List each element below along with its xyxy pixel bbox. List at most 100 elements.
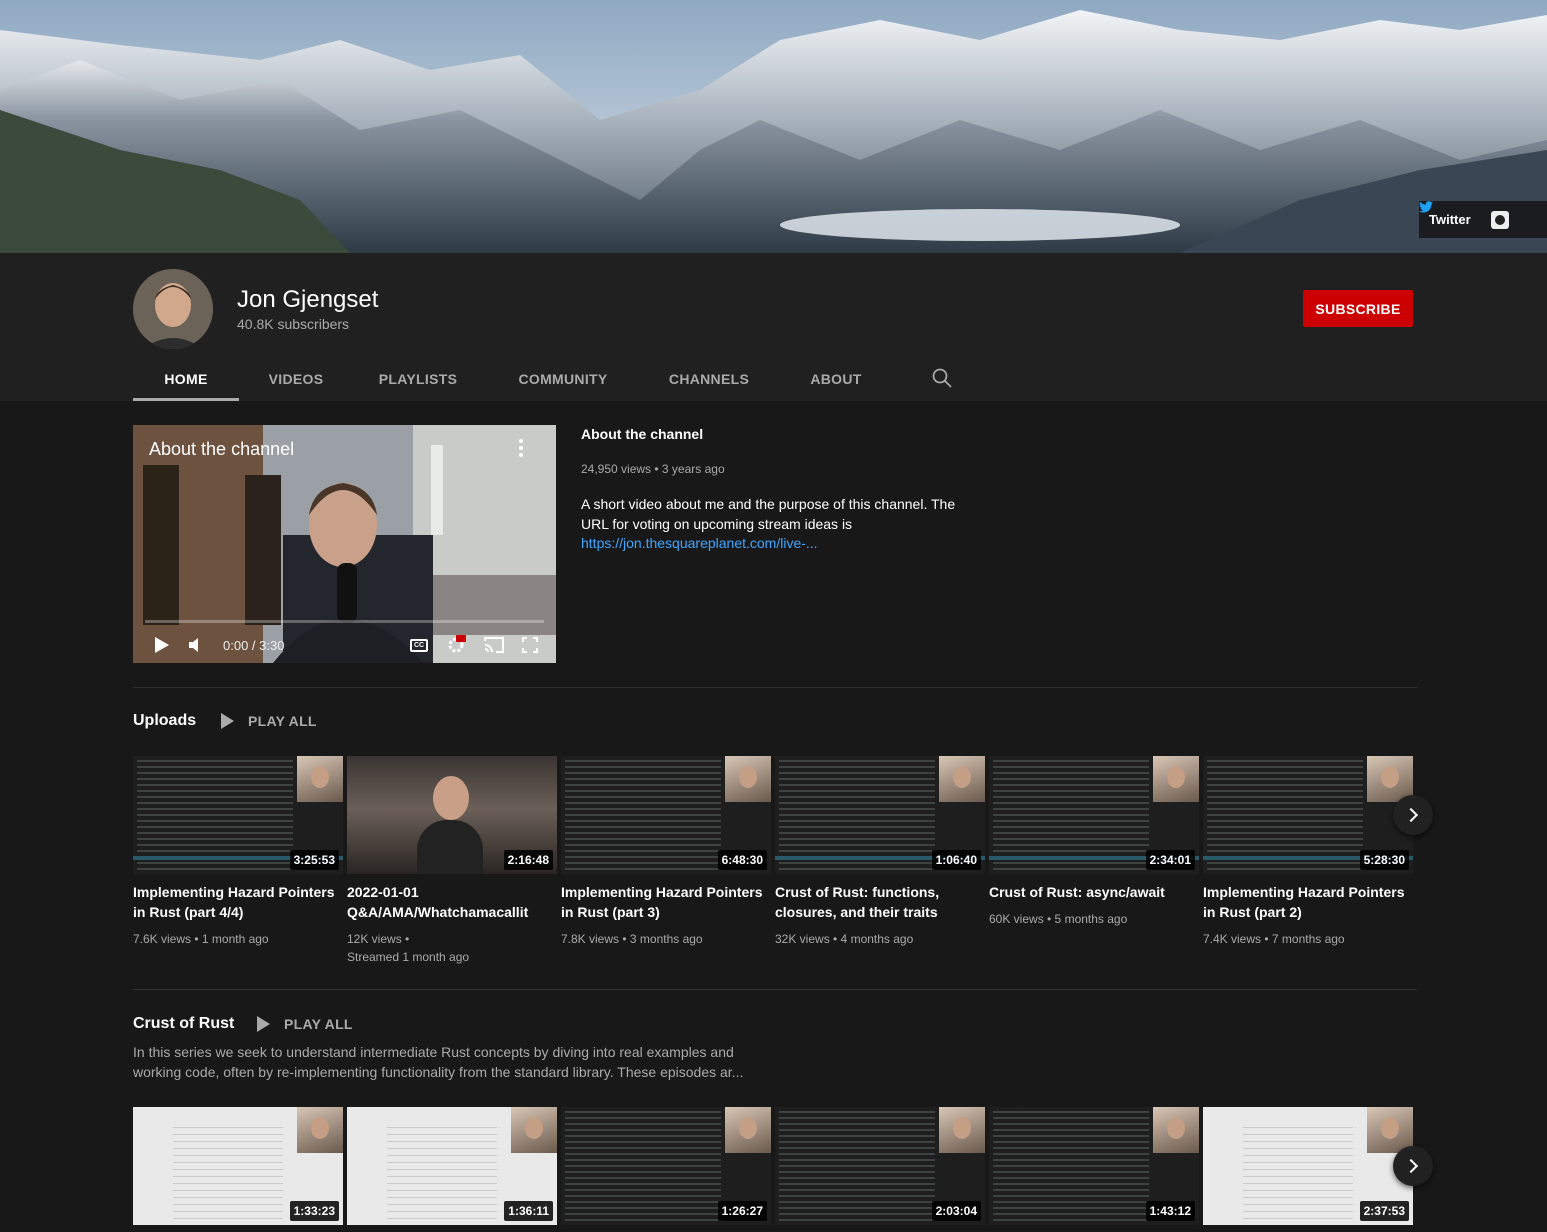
channel-header: Jon Gjengset 40.8K subscribers SUBSCRIBE… [0, 253, 1547, 401]
video-title[interactable]: Implementing Hazard Pointers in Rust (pa… [133, 882, 343, 922]
uploads-play-all-button[interactable]: PLAY ALL [221, 713, 317, 729]
crust-next-button[interactable] [1393, 1146, 1433, 1186]
player-right-controls: CC [410, 635, 538, 655]
player-time: 0:00 / 3:30 [223, 637, 285, 653]
video-thumbnail[interactable]: 3:25:53 [133, 756, 343, 874]
settings-icon[interactable] [446, 635, 466, 655]
video-card[interactable]: 2:34:01 Crust of Rust: async/await 60K v… [989, 756, 1199, 966]
tab-videos[interactable]: VIDEOS [239, 356, 353, 401]
video-thumbnail[interactable]: 1:26:27 [561, 1107, 771, 1225]
video-card[interactable]: 1:36:11 [347, 1107, 557, 1225]
featured-description: A short video about me and the purpose o… [581, 496, 956, 532]
tab-community[interactable]: COMMUNITY [483, 356, 643, 401]
video-thumbnail[interactable]: 2:16:48 [347, 756, 557, 874]
avatar-image [133, 269, 213, 349]
player-video-title: About the channel [149, 439, 295, 459]
cast-icon[interactable] [484, 637, 504, 653]
video-card[interactable]: 1:33:23 [133, 1107, 343, 1225]
mountain-scenery [0, 0, 1547, 253]
play-all-label: PLAY ALL [248, 713, 317, 729]
video-card[interactable]: 5:28:30 Implementing Hazard Pointers in … [1203, 756, 1413, 966]
video-meta: 12K views • Streamed 1 month ago [347, 930, 557, 966]
featured-video-player[interactable]: About the channel 0:00 / 3:30 CC [133, 425, 556, 663]
tab-about[interactable]: ABOUT [775, 356, 897, 401]
video-meta: 7.4K views • 7 months ago [1203, 932, 1345, 946]
player-controls: 0:00 / 3:30 CC [133, 627, 556, 663]
chevron-right-icon [1403, 807, 1419, 823]
video-duration: 1:06:40 [931, 850, 981, 870]
video-card[interactable]: 1:43:12 [989, 1107, 1199, 1225]
video-title[interactable]: Implementing Hazard Pointers in Rust (pa… [561, 882, 771, 922]
featured-meta: 24,950 views • 3 years ago [581, 462, 725, 476]
crust-row: 1:33:23 1:36:11 1:26:27 2:03:04 1:43:12 … [133, 1107, 1413, 1225]
volume-icon[interactable] [189, 638, 205, 652]
video-duration: 1:36:11 [504, 1201, 553, 1221]
video-thumbnail[interactable]: 2:03:04 [775, 1107, 985, 1225]
search-icon[interactable] [930, 366, 954, 390]
chevron-right-icon [1403, 1158, 1419, 1174]
video-card[interactable]: 1:26:27 [561, 1107, 771, 1225]
video-title[interactable]: Crust of Rust: functions, closures, and … [775, 882, 985, 922]
channel-banner: Twitter [0, 0, 1547, 253]
video-card[interactable]: 2:16:48 2022-01-01 Q&A/AMA/Whatchamacall… [347, 756, 557, 966]
crust-shelf-title[interactable]: Crust of Rust [133, 1015, 234, 1033]
video-thumbnail[interactable]: 2:34:01 [989, 756, 1199, 874]
subscribe-button[interactable]: SUBSCRIBE [1303, 290, 1413, 327]
play-all-icon [221, 713, 234, 729]
play-icon[interactable] [155, 637, 169, 653]
channel-avatar[interactable] [133, 269, 213, 349]
video-meta: 32K views • 4 months ago [775, 932, 914, 946]
video-title[interactable]: Crust of Rust: async/await [989, 882, 1199, 902]
captions-icon[interactable]: CC [410, 638, 428, 652]
twitter-label: Twitter [1429, 212, 1471, 227]
video-duration: 2:34:01 [1145, 850, 1195, 870]
video-card[interactable]: 3:25:53 Implementing Hazard Pointers in … [133, 756, 343, 966]
tab-channels[interactable]: CHANNELS [643, 356, 775, 401]
video-title[interactable]: 2022-01-01 Q&A/AMA/Whatchamacallit [347, 882, 557, 922]
banner-links: Twitter [1419, 201, 1547, 238]
video-views: 12K views • [347, 932, 410, 946]
tab-playlists[interactable]: PLAYLISTS [353, 356, 483, 401]
more-options-icon[interactable] [518, 439, 524, 457]
github-icon[interactable] [1490, 210, 1509, 229]
video-thumbnail[interactable]: 1:06:40 [775, 756, 985, 874]
video-card[interactable]: 2:03:04 [775, 1107, 985, 1225]
uploads-title[interactable]: Uploads [133, 712, 196, 730]
video-thumbnail[interactable]: 5:28:30 [1203, 756, 1413, 874]
video-duration: 3:25:53 [289, 850, 339, 870]
video-thumbnail[interactable]: 1:33:23 [133, 1107, 343, 1225]
featured-views: 24,950 views [581, 462, 652, 476]
video-thumbnail[interactable]: 2:37:53 [1203, 1107, 1413, 1225]
crust-play-all-button[interactable]: PLAY ALL [257, 1016, 353, 1032]
featured-title[interactable]: About the channel [581, 426, 703, 442]
video-duration: 2:03:04 [931, 1201, 981, 1221]
uploads-next-button[interactable] [1393, 795, 1433, 835]
channel-tabs: HOME VIDEOS PLAYLISTS COMMUNITY CHANNELS… [133, 356, 954, 401]
video-duration: 1:26:27 [717, 1201, 767, 1221]
video-title[interactable]: Implementing Hazard Pointers in Rust (pa… [1203, 882, 1413, 922]
video-thumbnail[interactable]: 1:43:12 [989, 1107, 1199, 1225]
fullscreen-icon[interactable] [522, 637, 538, 653]
video-duration: 1:33:23 [289, 1201, 339, 1221]
twitter-link[interactable]: Twitter [1419, 201, 1471, 227]
video-duration: 2:16:48 [503, 850, 553, 870]
play-all-label: PLAY ALL [284, 1016, 353, 1032]
video-thumbnail[interactable]: 1:36:11 [347, 1107, 557, 1225]
video-duration: 1:43:12 [1145, 1201, 1195, 1221]
video-duration: 5:28:30 [1359, 850, 1409, 870]
section-divider [133, 989, 1417, 990]
progress-bar[interactable] [145, 620, 544, 623]
video-card[interactable]: 1:06:40 Crust of Rust: functions, closur… [775, 756, 985, 966]
section-divider [133, 687, 1417, 688]
video-card[interactable]: 6:48:30 Implementing Hazard Pointers in … [561, 756, 771, 966]
featured-link[interactable]: https://jon.thesquareplanet.com/live-... [581, 535, 818, 551]
play-all-icon [257, 1016, 270, 1032]
video-duration: 6:48:30 [717, 850, 767, 870]
video-duration: 2:37:53 [1359, 1201, 1409, 1221]
video-thumbnail[interactable]: 6:48:30 [561, 756, 771, 874]
crust-shelf-description: In this series we seek to understand int… [133, 1044, 744, 1080]
video-meta: 60K views • 5 months ago [989, 912, 1128, 926]
video-meta: 7.8K views • 3 months ago [561, 932, 703, 946]
video-card[interactable]: 2:37:53 [1203, 1107, 1413, 1225]
tab-home[interactable]: HOME [133, 356, 239, 401]
